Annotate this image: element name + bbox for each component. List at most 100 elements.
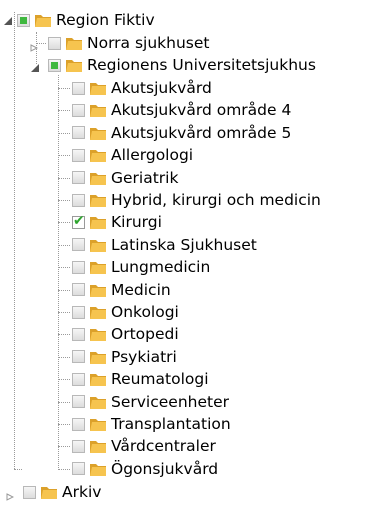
node-label[interactable]: Serviceenheter (111, 392, 229, 412)
checkbox[interactable] (72, 193, 85, 207)
node-label[interactable]: Geriatrik (111, 168, 178, 188)
tree-connector (58, 177, 70, 179)
tree-node-department[interactable]: Transplantation (58, 413, 231, 435)
checkmark-icon: ✔ (73, 212, 85, 229)
tree-node-department[interactable]: Allergologi (58, 144, 193, 166)
checkbox[interactable] (72, 327, 85, 341)
tree-node-department[interactable]: Geriatrik (58, 167, 178, 189)
tree-node-department[interactable]: Reumatologi (58, 368, 209, 390)
checkbox[interactable] (72, 148, 85, 162)
tree-node-regionens-universitetsjukhus[interactable]: Regionens Universitetsjukhus (30, 54, 316, 76)
node-label[interactable]: Region Fiktiv (56, 10, 155, 30)
tree-node-department[interactable]: Akutsjukvård (58, 77, 212, 99)
checkbox[interactable] (72, 103, 85, 117)
tree-connector (58, 222, 70, 224)
node-label[interactable]: Allergologi (111, 145, 193, 165)
node-label[interactable]: Vårdcentraler (111, 436, 216, 456)
node-label[interactable]: Regionens Universitetsjukhus (87, 55, 316, 75)
tree-node-department[interactable]: Vårdcentraler (58, 435, 216, 457)
tree-connector (14, 469, 22, 470)
folder-icon (35, 15, 51, 27)
folder-icon (90, 172, 106, 185)
folder-icon (90, 441, 106, 454)
tree-node-department[interactable]: Lungmedicin (58, 256, 210, 278)
tree-node-department[interactable]: ✔ Kirurgi (58, 211, 162, 233)
tree-connector (58, 334, 70, 336)
checkbox[interactable] (72, 171, 85, 185)
node-label[interactable]: Kirurgi (111, 212, 162, 232)
folder-icon (41, 487, 57, 499)
checkbox[interactable] (72, 305, 85, 319)
node-label[interactable]: Psykiatri (111, 347, 177, 367)
checkbox[interactable] (72, 462, 85, 476)
checkbox[interactable] (72, 126, 85, 140)
tree-node-department[interactable]: Hybrid, kirurgi och medicin (58, 189, 321, 211)
checkbox-checked[interactable]: ✔ (72, 212, 85, 229)
collapse-icon[interactable] (30, 59, 40, 72)
node-label[interactable]: Arkiv (62, 482, 101, 502)
tree-connector (58, 379, 70, 381)
tree-node-department[interactable]: Ögonsjukvård (58, 458, 218, 480)
tree-connector (58, 244, 70, 246)
folder-icon (66, 60, 82, 72)
collapse-icon[interactable] (3, 12, 13, 25)
checkbox[interactable] (72, 350, 85, 364)
node-label[interactable]: Akutsjukvård område 4 (111, 100, 291, 120)
checkbox[interactable] (72, 260, 85, 274)
tree-node-arkiv[interactable]: Arkiv (3, 481, 101, 503)
tree-connector (58, 88, 70, 89)
tree-connector (58, 132, 70, 134)
node-label[interactable]: Ortopedi (111, 324, 179, 344)
tree-connector (58, 424, 70, 425)
folder-icon (90, 127, 106, 140)
expand-icon[interactable] (30, 38, 39, 52)
tree-connector (58, 401, 70, 403)
tree-connector (58, 289, 70, 291)
checkbox[interactable] (72, 439, 85, 453)
tree-node-department[interactable]: Onkologi (58, 301, 179, 323)
expand-icon[interactable] (6, 487, 15, 501)
folder-icon (90, 105, 106, 118)
tree-node-department[interactable]: Serviceenheter (58, 391, 229, 413)
node-label[interactable]: Norra sjukhuset (87, 33, 210, 53)
tree-connector (58, 200, 70, 201)
tree-node-department[interactable]: Latinska Sjukhuset (58, 234, 257, 256)
tree-node-department[interactable]: Psykiatri (58, 346, 177, 368)
tree-connector (58, 312, 70, 313)
checkbox[interactable] (17, 13, 30, 27)
folder-icon (90, 307, 106, 319)
checkbox[interactable] (48, 58, 61, 72)
folder-icon (90, 284, 106, 297)
node-label[interactable]: Hybrid, kirurgi och medicin (111, 190, 321, 210)
folder-icon (90, 217, 106, 230)
node-label[interactable]: Reumatologi (111, 369, 209, 389)
tree-node-norra-sjukhuset[interactable]: Norra sjukhuset (30, 32, 210, 54)
checkbox[interactable] (23, 485, 36, 499)
tree-node-department[interactable]: Akutsjukvård område 4 (58, 99, 291, 121)
tree-node-department[interactable]: Ortopedi (58, 323, 179, 345)
checkbox[interactable] (48, 36, 61, 50)
node-label[interactable]: Lungmedicin (111, 257, 210, 277)
node-label[interactable]: Ögonsjukvård (111, 459, 218, 479)
checkbox[interactable] (72, 283, 85, 297)
node-label[interactable]: Akutsjukvård (111, 78, 212, 98)
node-label[interactable]: Transplantation (111, 414, 231, 434)
node-label[interactable]: Medicin (111, 280, 171, 300)
tree-node-department[interactable]: Medicin (58, 279, 171, 301)
tree-node-department[interactable]: Akutsjukvård område 5 (58, 122, 291, 144)
tree-connector (58, 110, 70, 112)
folder-icon (90, 351, 106, 364)
checkbox[interactable] (72, 395, 85, 409)
folder-icon (90, 150, 106, 163)
tree-node-region-fiktiv[interactable]: Region Fiktiv (3, 9, 155, 31)
folder-icon (90, 419, 106, 431)
folder-icon (90, 262, 106, 275)
checkbox[interactable] (72, 238, 85, 252)
node-label[interactable]: Onkologi (111, 302, 179, 322)
checkbox[interactable] (72, 81, 85, 95)
checkbox[interactable] (72, 372, 85, 386)
tree-connector (58, 356, 70, 358)
node-label[interactable]: Akutsjukvård område 5 (111, 123, 291, 143)
checkbox[interactable] (72, 417, 85, 431)
node-label[interactable]: Latinska Sjukhuset (111, 235, 257, 255)
